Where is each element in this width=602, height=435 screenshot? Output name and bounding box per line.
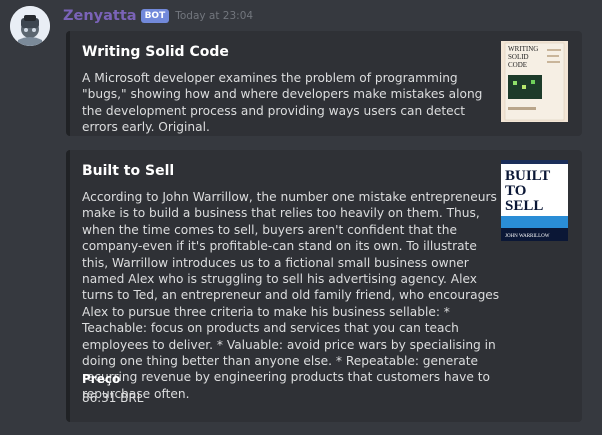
thumb-author: JOHN WARRILLOW bbox=[505, 234, 550, 239]
bot-badge: BOT bbox=[140, 9, 170, 23]
embed-thumbnail[interactable]: WRITING SOLID CODE bbox=[501, 41, 568, 122]
embed-card: Writing Solid Code A Microsoft developer… bbox=[66, 31, 582, 136]
avatar-image bbox=[10, 6, 50, 46]
embed-title: Writing Solid Code bbox=[82, 44, 229, 60]
username[interactable]: Zenyatta bbox=[63, 8, 137, 24]
embed-field-value: 86.31 BRL bbox=[82, 391, 144, 405]
thumb-title-line3: CODE bbox=[508, 61, 527, 69]
embed-description: According to John Warrillow, the number … bbox=[82, 190, 500, 401]
embed-field-name: Preço bbox=[82, 372, 121, 386]
embed-card: Built to Sell According to John Warrillo… bbox=[66, 150, 582, 422]
thumb-title-line1: WRITING bbox=[508, 45, 538, 53]
message-header: Zenyatta BOT Today at 23:04 bbox=[63, 6, 253, 26]
bot-avatar[interactable] bbox=[10, 6, 50, 46]
thumb-title-line1: BUILT bbox=[505, 168, 550, 184]
embed-title: Built to Sell bbox=[82, 163, 175, 179]
embed-thumbnail[interactable]: BUILT TO SELL JOHN WARRILLOW bbox=[501, 160, 568, 241]
embed-description: A Microsoft developer examines the probl… bbox=[82, 71, 483, 135]
message-timestamp: Today at 23:04 bbox=[175, 10, 254, 22]
thumb-title-line3: SELL bbox=[505, 198, 543, 214]
thumb-title-line2: TO bbox=[505, 183, 526, 199]
thumb-title-line2: SOLID bbox=[508, 53, 529, 61]
